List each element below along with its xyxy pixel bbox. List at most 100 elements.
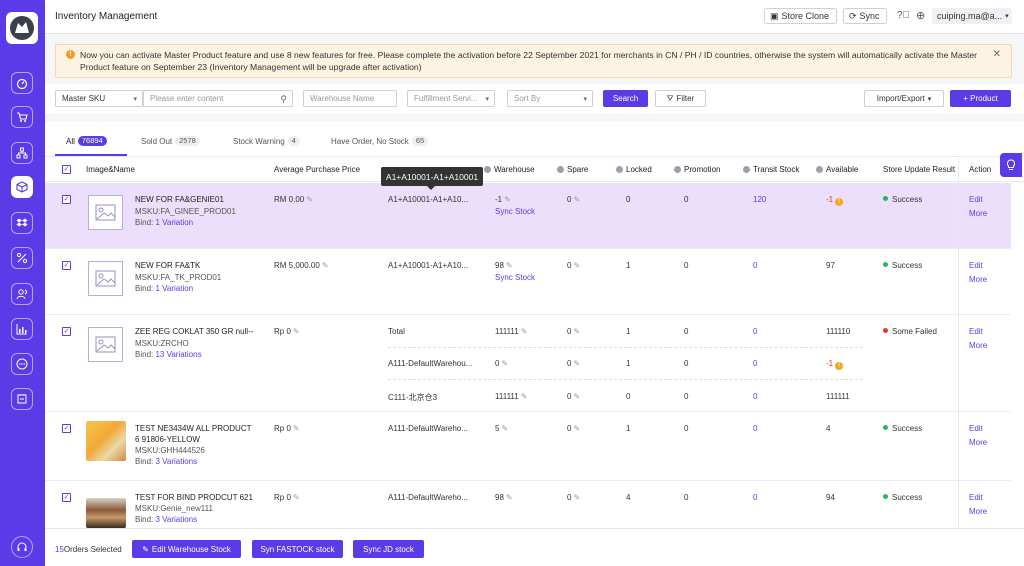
edit-link[interactable]: Edit — [969, 424, 983, 433]
edit-pencil-icon[interactable]: ✎ — [501, 359, 508, 368]
product-image-placeholder — [88, 261, 123, 296]
more-link[interactable]: More — [969, 507, 987, 516]
edit-link[interactable]: Edit — [969, 493, 983, 502]
syn-fastock-button[interactable]: Syn FASTOCK stock — [252, 540, 343, 558]
chat-icon[interactable] — [11, 353, 33, 375]
row-checkbox[interactable]: ✓ — [62, 424, 71, 433]
filter-bar: Master SKU ▾ Please enter content ⚲ Wareho… — [45, 84, 1024, 114]
edit-pencil-icon[interactable]: ✎ — [573, 327, 580, 336]
cart-icon[interactable] — [11, 106, 33, 128]
edit-pencil-icon[interactable]: ✎ — [573, 261, 580, 270]
search-button[interactable]: Search — [603, 90, 648, 107]
edit-warehouse-stock-button[interactable]: ✎ Edit Warehouse Stock — [132, 540, 241, 558]
active-tab-indicator — [55, 154, 127, 156]
row-checkbox[interactable]: ✓ — [62, 195, 71, 204]
edit-pencil-icon[interactable]: ✎ — [293, 493, 300, 502]
tab-stock-warning[interactable]: Stock Warning 4 — [233, 136, 300, 146]
dashboard-icon[interactable] — [11, 72, 33, 94]
edit-pencil-icon[interactable]: ✎ — [506, 493, 513, 502]
tab-have-order-no-stock[interactable]: Have Order, No Stock 65 — [331, 136, 429, 146]
transit-stock[interactable]: 0 — [753, 359, 757, 368]
edit-pencil-icon[interactable]: ✎ — [293, 327, 300, 336]
search-icon: ⚲ — [280, 94, 287, 104]
avg-price: Rp 0 ✎ — [274, 327, 300, 336]
product-name: TEST NE3434W ALL PRODUCT — [135, 424, 252, 433]
help-icon[interactable]: ?⃝ — [897, 10, 910, 21]
lightbulb-icon[interactable] — [1000, 153, 1022, 177]
import-export-button[interactable]: Import/Export ▾ — [864, 90, 944, 107]
edit-pencil-icon[interactable]: ✎ — [293, 424, 300, 433]
sync-stock-link[interactable]: Sync Stock — [495, 273, 535, 282]
warehouse-name: A111-DefaultWarehou... — [388, 359, 473, 368]
edit-pencil-icon[interactable]: ✎ — [521, 392, 528, 401]
filter-button[interactable]: ⛛ Filter — [655, 90, 706, 107]
fulfillment-select[interactable]: Fulfillment Servi... ▾ — [407, 90, 495, 107]
store-clone-button[interactable]: ▣ Store Clone — [764, 8, 837, 24]
user-menu[interactable]: cuiping.ma@a... ▾ — [932, 8, 1012, 24]
sync-button[interactable]: ⟳ Sync — [843, 8, 887, 24]
row-checkbox[interactable]: ✓ — [62, 493, 71, 502]
transit-stock[interactable]: 0 — [753, 327, 757, 336]
more-link[interactable]: More — [969, 275, 987, 284]
edit-pencil-icon[interactable]: ✎ — [322, 261, 329, 270]
bind-variation-link[interactable]: 3 Variations — [155, 515, 197, 524]
close-icon[interactable]: ✕ — [993, 49, 1001, 61]
transit-stock[interactable]: 0 — [753, 392, 757, 401]
bind-variation-link[interactable]: 13 Variations — [155, 350, 201, 359]
bind-variation-link[interactable]: 1 Variation — [155, 218, 193, 227]
more-link[interactable]: More — [969, 341, 987, 350]
edit-pencil-icon[interactable]: ✎ — [573, 493, 580, 502]
transit-stock[interactable]: 0 — [753, 424, 757, 433]
bar-chart-icon[interactable] — [11, 318, 33, 340]
more-link[interactable]: More — [969, 438, 987, 447]
warehouse-name-tooltip: A1+A10001-A1+A10001 — [381, 167, 483, 190]
edit-pencil-icon[interactable]: ✎ — [573, 424, 580, 433]
tab-all[interactable]: All 76894 — [66, 136, 107, 146]
box-icon[interactable] — [11, 176, 33, 198]
bind-variation-link[interactable]: 1 Variation — [155, 284, 193, 293]
globe-icon[interactable]: ⊕ — [916, 9, 925, 22]
warehouse-name: C111-北京仓3 — [388, 393, 438, 402]
edit-pencil-icon[interactable]: ✎ — [573, 359, 580, 368]
warehouse-name: A111-DefaultWareho... — [388, 424, 468, 433]
row-checkbox[interactable]: ✓ — [62, 327, 71, 336]
edit-pencil-icon[interactable]: ✎ — [521, 327, 528, 336]
app-logo[interactable] — [6, 12, 38, 44]
row-checkbox[interactable]: ✓ — [62, 261, 71, 270]
action-column-divider — [958, 158, 959, 528]
warehouse-name-input[interactable]: Warehouse Name — [303, 90, 397, 107]
column-image-name: Image&Name — [86, 165, 135, 174]
tab-sold-out[interactable]: Sold Out 2578 — [141, 136, 200, 146]
transit-stock[interactable]: 120 — [753, 195, 766, 204]
bind-variation-link[interactable]: 3 Variations — [155, 457, 197, 466]
edit-pencil-icon[interactable]: ✎ — [306, 195, 313, 204]
edit-link[interactable]: Edit — [969, 261, 983, 270]
product-msku: MSKU:GHH444526 — [135, 446, 205, 455]
table-row: ✓ NEW FOR FA&GENIE01 MSKU:FA_GINEE_PROD0… — [45, 183, 1011, 249]
edit-pencil-icon[interactable]: ✎ — [573, 195, 580, 204]
users-icon[interactable] — [11, 283, 33, 305]
edit-pencil-icon[interactable]: ✎ — [501, 424, 508, 433]
edit-pencil-icon[interactable]: ✎ — [504, 195, 511, 204]
more-link[interactable]: More — [969, 209, 987, 218]
dropbox-icon[interactable] — [11, 212, 33, 234]
select-all-checkbox[interactable]: ✓ — [62, 165, 71, 174]
search-input[interactable]: Please enter content ⚲ — [143, 90, 293, 107]
master-sku-select[interactable]: Master SKU ▾ — [55, 90, 143, 107]
edit-pencil-icon[interactable]: ✎ — [506, 261, 513, 270]
sync-jd-button[interactable]: Sync JD stock — [353, 540, 424, 558]
edit-link[interactable]: Edit — [969, 195, 983, 204]
sync-stock-link[interactable]: Sync Stock — [495, 207, 535, 216]
edit-pencil-icon[interactable]: ✎ — [573, 392, 580, 401]
add-product-button[interactable]: + Product — [950, 90, 1011, 107]
percent-icon[interactable] — [11, 247, 33, 269]
edit-link[interactable]: Edit — [969, 327, 983, 336]
wolf-logo-icon — [10, 16, 34, 40]
notice-text: Now you can activate Master Product feat… — [80, 50, 978, 72]
transit-stock[interactable]: 0 — [753, 261, 757, 270]
headset-icon[interactable] — [11, 536, 33, 558]
sitemap-icon[interactable] — [11, 142, 33, 164]
sort-by-select[interactable]: Sort By ▾ — [507, 90, 593, 107]
transit-stock[interactable]: 0 — [753, 493, 757, 502]
plus-square-icon[interactable] — [11, 388, 33, 410]
